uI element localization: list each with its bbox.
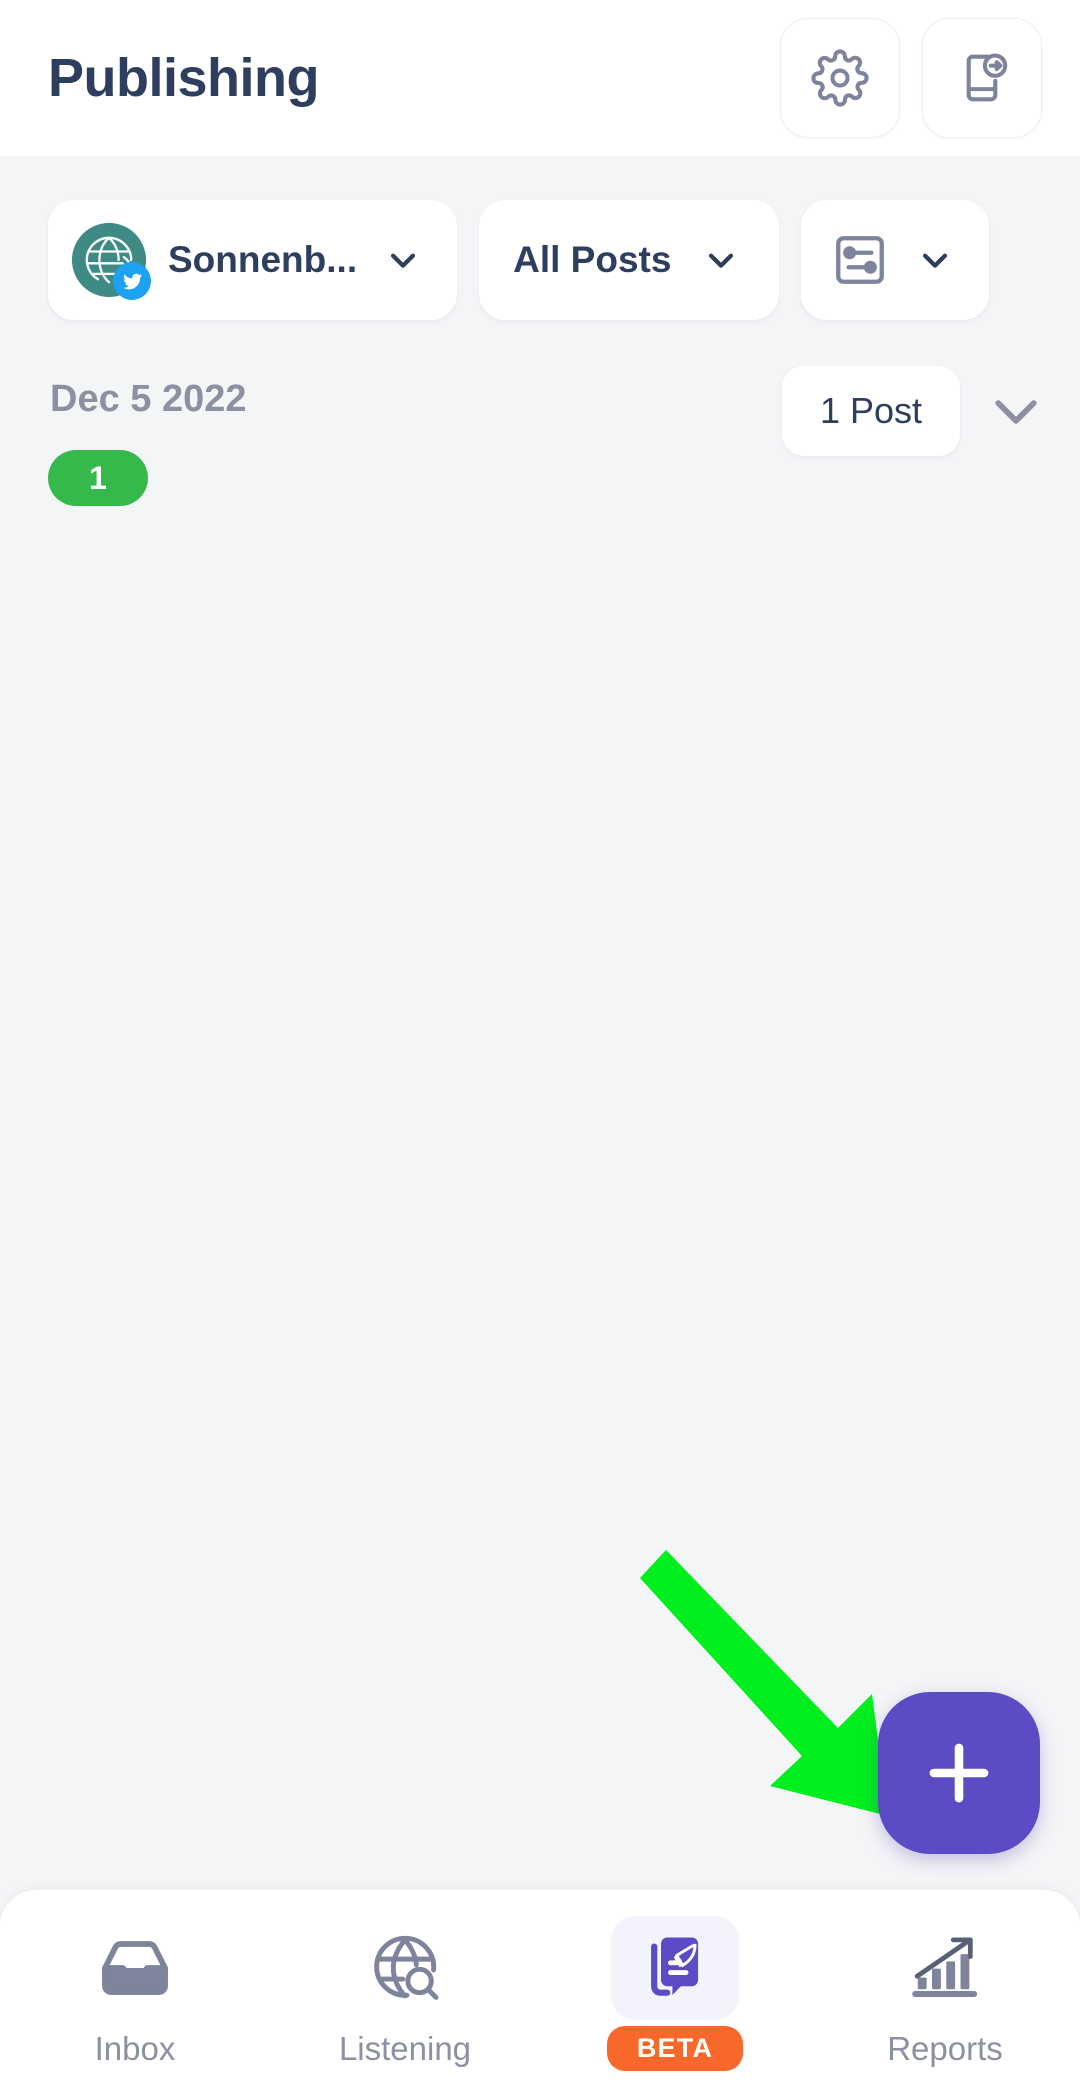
settings-button[interactable] xyxy=(780,18,900,138)
content-area: Sonnenb... All Posts Dec 5 2022 1 1 Post xyxy=(0,156,1080,1890)
twitter-icon xyxy=(122,273,142,289)
nav-label: Inbox xyxy=(94,2030,176,2067)
filter-bar: Sonnenb... All Posts xyxy=(0,198,1080,322)
avatar xyxy=(72,223,151,300)
date-label: Dec 5 2022 xyxy=(50,378,247,420)
nav-icon-wrap xyxy=(611,1916,739,2020)
page-title: Publishing xyxy=(48,48,320,108)
inbox-tray-icon xyxy=(102,1941,168,1995)
nav-icon-wrap xyxy=(881,1916,1009,2020)
bottom-navigation: Inbox Listening BETA Reports xyxy=(0,1890,1080,2100)
nav-label: Reports xyxy=(887,2030,1003,2067)
nav-icon-wrap xyxy=(341,1916,469,2020)
twitter-badge xyxy=(113,262,151,300)
view-settings-selector[interactable] xyxy=(801,200,990,320)
post-date-group: Dec 5 2022 1 1 Post xyxy=(0,354,1080,506)
nav-item-inbox[interactable]: Inbox xyxy=(0,1890,270,2100)
chevron-down-icon xyxy=(709,253,734,268)
share-to-device-button[interactable] xyxy=(922,18,1042,138)
post-filter-selector[interactable]: All Posts xyxy=(479,200,780,320)
device-export-icon xyxy=(966,53,1008,102)
gear-icon xyxy=(811,49,869,107)
header-actions xyxy=(780,18,1042,138)
chevron-down-icon xyxy=(391,253,416,268)
account-name-label: Sonnenb... xyxy=(168,239,358,280)
date-count-badge: 1 xyxy=(48,450,148,506)
plus-icon xyxy=(929,1743,989,1803)
post-count-label: 1 Post xyxy=(819,390,922,431)
compose-button[interactable] xyxy=(878,1692,1040,1854)
bar-chart-arrow-icon xyxy=(912,1937,978,1997)
app-header: Publishing xyxy=(0,0,1080,156)
nav-icon-wrap xyxy=(71,1916,199,2020)
publishing-rocket-icon xyxy=(651,1937,699,1996)
nav-item-reports[interactable]: Reports xyxy=(810,1890,1080,2100)
post-filter-label: All Posts xyxy=(513,239,672,280)
nav-item-publishing[interactable]: BETA xyxy=(540,1890,810,2100)
post-count-chip[interactable]: 1 Post xyxy=(781,366,960,456)
sliders-icon xyxy=(836,236,885,284)
nav-item-listening[interactable]: Listening xyxy=(270,1890,540,2100)
account-selector[interactable]: Sonnenb... xyxy=(48,200,458,320)
chevron-down-icon[interactable] xyxy=(988,392,1044,432)
beta-badge: BETA xyxy=(606,2026,744,2071)
chevron-down-icon xyxy=(923,253,948,268)
arrow-shape xyxy=(640,1550,888,1816)
nav-label: Listening xyxy=(338,2030,472,2067)
globe-search-icon xyxy=(374,1935,439,2000)
